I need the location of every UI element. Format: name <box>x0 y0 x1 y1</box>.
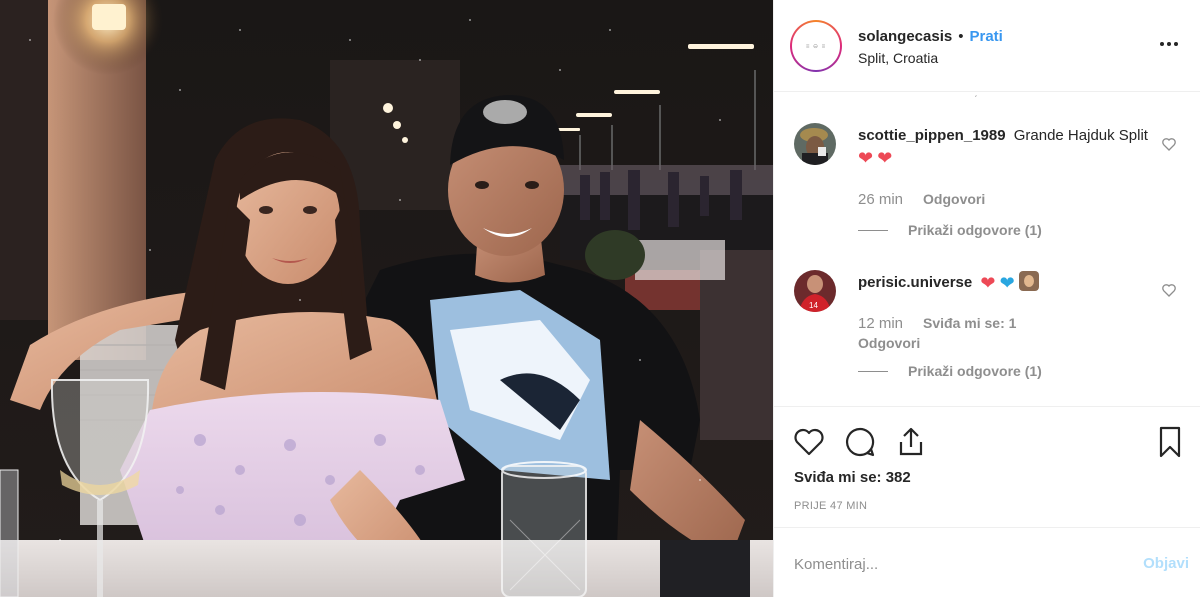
comment-text: Grande Hajduk Split <box>1013 127 1148 144</box>
post-username[interactable]: solangecasis <box>858 28 952 45</box>
comment-avatar[interactable]: 14 <box>794 270 836 312</box>
post-sidebar: ≡ ⊖ ≡ solangecasis • Prati Split, Croati… <box>773 0 1200 597</box>
view-replies-label: Prikaži odgovore (1) <box>908 222 1042 238</box>
separator-dot: • <box>958 28 964 45</box>
post-location[interactable]: Split, Croatia <box>858 50 938 66</box>
comment-username[interactable]: scottie_pippen_1989 <box>858 127 1006 144</box>
post-header: ≡ ⊖ ≡ solangecasis • Prati Split, Croati… <box>774 0 1200 92</box>
view-replies-button[interactable]: Prikaži odgovore (1) <box>858 222 1042 238</box>
comment-like-heart-icon[interactable] <box>1161 282 1177 298</box>
reply-button[interactable]: Odgovori <box>858 335 920 351</box>
comment-likes[interactable]: Sviđa mi se: 1 <box>923 315 1016 332</box>
share-icon[interactable] <box>894 425 928 459</box>
add-comment-bar: Objavi <box>774 527 1200 597</box>
post-comment-button[interactable]: Objavi <box>1143 555 1189 572</box>
comment-username[interactable]: perisic.universe <box>858 274 972 291</box>
svg-text:14: 14 <box>809 301 818 310</box>
blue-heart-emoji: ❤ <box>999 273 1015 293</box>
photo-illustration <box>0 0 773 597</box>
comment-meta: 26 min Odgovori <box>858 191 985 208</box>
comment-like-heart-icon[interactable] <box>1161 136 1177 152</box>
face-in-hands-emoji <box>1018 271 1039 291</box>
comment-input[interactable] <box>794 550 1114 578</box>
comment-avatar[interactable] <box>794 123 836 165</box>
profile-avatar[interactable]: ≡ ⊖ ≡ <box>790 20 842 72</box>
comment-body: perisic.universe ❤ ❤ <box>858 271 1148 294</box>
post-actions: Sviđa mi se: 382 PRIJE 47 MIN <box>774 406 1200 526</box>
view-replies-label: Prikaži odgovore (1) <box>908 363 1042 379</box>
red-heart-emoji: ❤ <box>980 273 996 293</box>
post-timestamp[interactable]: PRIJE 47 MIN <box>794 500 867 512</box>
reply-button[interactable]: Odgovori <box>923 191 985 208</box>
comment-time[interactable]: 26 min <box>858 191 903 208</box>
scrolled-text-fragment: ˏ <box>974 93 986 98</box>
replies-line <box>858 229 888 231</box>
red-heart-emoji: ❤ <box>858 148 874 168</box>
comment-icon[interactable] <box>843 425 877 459</box>
bookmark-icon[interactable] <box>1153 425 1187 459</box>
comments-list[interactable]: ˏ scottie_pippen_1989 Grande Hajduk Spli… <box>774 93 1200 406</box>
username-row: solangecasis • Prati <box>858 28 1003 45</box>
comment-body: scottie_pippen_1989 Grande Hajduk Split … <box>858 125 1148 169</box>
replies-line <box>858 370 888 372</box>
post-photo[interactable] <box>0 0 773 597</box>
comment-meta: 12 min Sviđa mi se: 1 <box>858 315 1016 332</box>
view-replies-button[interactable]: Prikaži odgovore (1) <box>858 363 1042 379</box>
likes-count[interactable]: Sviđa mi se: 382 <box>794 469 911 486</box>
red-heart-emoji: ❤ <box>877 148 893 168</box>
more-horizontal-icon[interactable] <box>1157 36 1181 52</box>
follow-button[interactable]: Prati <box>969 28 1002 45</box>
comment-time[interactable]: 12 min <box>858 315 903 332</box>
avatar-logo: ≡ ⊖ ≡ <box>792 22 840 70</box>
heart-icon[interactable] <box>792 425 826 459</box>
comment-meta-reply: Odgovori <box>858 335 920 351</box>
